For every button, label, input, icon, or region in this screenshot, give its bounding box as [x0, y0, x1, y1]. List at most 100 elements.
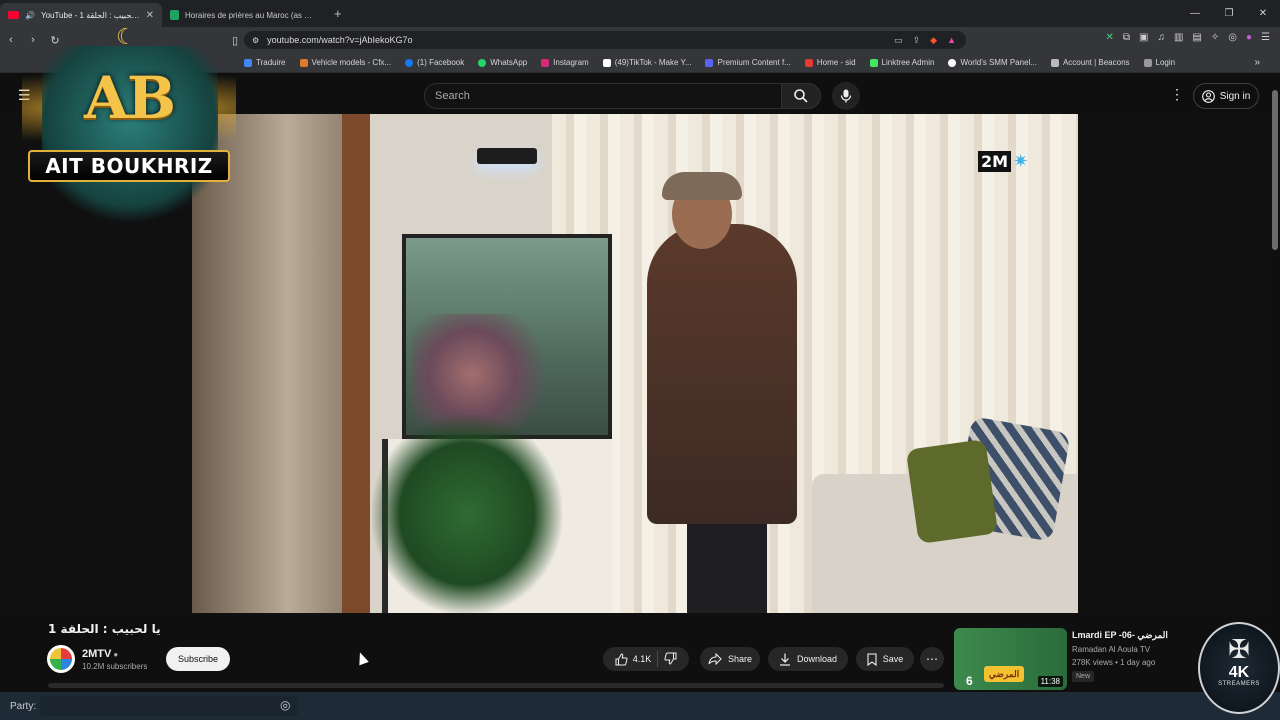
profile-icon[interactable]: ●	[1246, 32, 1252, 43]
globe-icon	[948, 58, 957, 67]
share-button[interactable]: Share	[700, 647, 760, 671]
search-input[interactable]: Search	[424, 83, 782, 109]
speaker-icon[interactable]: 🔊	[25, 11, 35, 20]
bookmark-vehicle-models[interactable]: Vehicle models - Cfx...	[299, 58, 391, 67]
close-window-icon[interactable]: ✕	[1246, 0, 1280, 27]
search-button[interactable]	[781, 83, 821, 109]
more-bookmarks-icon[interactable]: »	[1254, 57, 1260, 68]
thumbs-down-icon	[664, 652, 677, 665]
whatsapp-icon	[478, 58, 487, 67]
logo-name-banner: AIT BOUKHRIZ	[28, 150, 230, 182]
new-tab-icon[interactable]: +	[324, 6, 352, 27]
scene-pillow	[905, 438, 999, 545]
download-button[interactable]: Download	[768, 647, 848, 671]
beacons-icon	[1050, 58, 1059, 67]
settings-kebab-icon[interactable]: ⋮	[1170, 86, 1184, 103]
crescent-icon: ☾	[116, 24, 136, 49]
2m-star-icon: ✷	[1013, 151, 1029, 171]
party-label: Party:	[10, 700, 37, 712]
verified-icon: ●	[113, 650, 119, 659]
dislike-button[interactable]	[664, 652, 677, 667]
subscriber-count: 10.2M subscribers	[82, 662, 148, 671]
bookmark-tiktok[interactable]: (49)TikTok - Make Y...	[602, 58, 691, 67]
like-count: 4.1K	[632, 654, 652, 664]
close-tab-icon[interactable]: ✕	[146, 10, 154, 21]
sidebar-icon[interactable]: ▥	[1174, 32, 1183, 43]
linktree-icon	[869, 58, 878, 67]
like-divider	[657, 651, 659, 667]
2m-logo: 2M	[978, 151, 1012, 172]
site-icon	[804, 58, 813, 67]
scene-person	[647, 224, 797, 524]
bookmark-smm-panel[interactable]: World's SMM Panel...	[948, 58, 1037, 67]
thumbs-up-icon	[615, 652, 628, 665]
wallet-icon[interactable]: ▤	[1192, 32, 1201, 43]
streamer-logo: ☾ AB AIT BOUKHRIZ	[22, 24, 236, 236]
like-button[interactable]: 4.1K	[615, 652, 652, 666]
menu-icon[interactable]: ☰	[1261, 32, 1270, 43]
recommended-thumbnail[interactable]: المرضي 6 11:38	[954, 628, 1067, 690]
minimize-icon[interactable]: —	[1178, 0, 1212, 27]
omnibox-actions: ▭ ⇪ ◆ ▲	[894, 35, 956, 46]
extension-icon[interactable]: ✕	[1105, 32, 1113, 43]
bookmark-instagram[interactable]: Instagram	[541, 58, 589, 67]
bookmark-facebook[interactable]: (1) Facebook	[405, 58, 464, 67]
back-icon[interactable]: ‹	[0, 34, 22, 46]
bookmark-beacons[interactable]: Account | Beacons	[1050, 58, 1130, 67]
party-input[interactable]	[40, 696, 298, 716]
bookmark-linktree[interactable]: Linktree Admin	[869, 58, 934, 67]
download-icon	[779, 653, 790, 666]
channel-avatar[interactable]	[47, 645, 75, 673]
team-badge-title: 4K	[1228, 664, 1250, 681]
tab-title: YouTube - 1 يا لحبيب : الحلقة	[40, 10, 140, 20]
sign-in-button[interactable]: Sign in	[1193, 83, 1259, 109]
subscribe-button[interactable]: Subscribe	[166, 647, 230, 671]
bookmark-home-sid[interactable]: Home - sid	[804, 58, 856, 67]
shield-icon[interactable]: ◎	[1228, 32, 1237, 43]
extension-icon[interactable]: ▣	[1139, 32, 1148, 43]
bookmark-traduire[interactable]: Traduire	[244, 58, 286, 67]
account-icon	[1201, 89, 1215, 103]
url-text: youtube.com/watch?v=jAbIekoKG7o	[267, 35, 413, 45]
cast-icon[interactable]: ▭	[894, 35, 903, 46]
channel-name[interactable]: 2MTV ●	[82, 648, 118, 660]
bookmark-premium-content[interactable]: Premium Content f...	[705, 58, 791, 67]
site-info-icon[interactable]: ⚙	[252, 36, 259, 45]
scene-person-legs	[687, 514, 767, 613]
recommended-title[interactable]: Lmardi EP -06- المرضي	[1072, 630, 1168, 641]
more-actions-button[interactable]: ⋯	[920, 647, 944, 671]
instagram-icon	[541, 58, 550, 67]
eagle-icon: ✠	[1228, 634, 1250, 664]
share-page-icon[interactable]: ⇪	[913, 35, 921, 46]
voice-search-button[interactable]	[832, 82, 860, 110]
puzzle-icon[interactable]: ⧉	[1123, 32, 1130, 43]
save-button[interactable]: Save	[856, 647, 914, 671]
download-label: Download	[796, 654, 838, 664]
rewards-icon[interactable]: ▲	[947, 35, 956, 46]
party-action-icon[interactable]: ◎	[280, 698, 290, 712]
video-title: يا لحبيب : الحلقة 1	[48, 622, 161, 636]
extension-icons: ✕ ⧉ ▣ ♫ ▥ ▤ ✧ ◎ ● ☰	[1105, 32, 1270, 43]
bookmark-login[interactable]: Login	[1143, 58, 1175, 67]
recommended-meta: 278K views • 1 day ago	[1072, 658, 1156, 667]
team-badge-subtitle: STREAMERS	[1218, 681, 1260, 687]
logo-letters: AB	[83, 64, 176, 132]
channel-watermark: 2M ✷	[978, 151, 1028, 172]
tiktok-icon	[602, 58, 611, 67]
address-bar[interactable]: ⚙ youtube.com/watch?v=jAbIekoKG7o ▭ ⇪ ◆ …	[244, 31, 966, 49]
tab-title: Horaires de prières au Maroc (as sobh...	[185, 10, 316, 20]
recommended-video[interactable]: المرضي 6 11:38 Lmardi EP -06- المرضي Ram…	[954, 628, 1194, 690]
bookmark-whatsapp[interactable]: WhatsApp	[478, 58, 527, 67]
mouse-cursor	[355, 650, 369, 666]
video-player[interactable]: 2M ✷	[192, 114, 1078, 613]
brave-shield-icon[interactable]: ◆	[930, 35, 937, 46]
vpn-icon[interactable]: ✧	[1211, 32, 1219, 43]
recommended-channel[interactable]: Ramadan Al Aoula TV	[1072, 645, 1150, 654]
scene-aquarium-lamp	[477, 148, 537, 164]
tab-prayer-times[interactable]: Horaires de prières au Maroc (as sobh...	[162, 3, 324, 27]
restore-icon[interactable]: ❐	[1212, 0, 1246, 27]
media-icon[interactable]: ♫	[1157, 32, 1165, 43]
tab-youtube[interactable]: 🔊 YouTube - 1 يا لحبيب : الحلقة ✕	[0, 3, 162, 27]
sign-in-label: Sign in	[1219, 90, 1251, 102]
page-scrollbar[interactable]	[1272, 90, 1278, 250]
